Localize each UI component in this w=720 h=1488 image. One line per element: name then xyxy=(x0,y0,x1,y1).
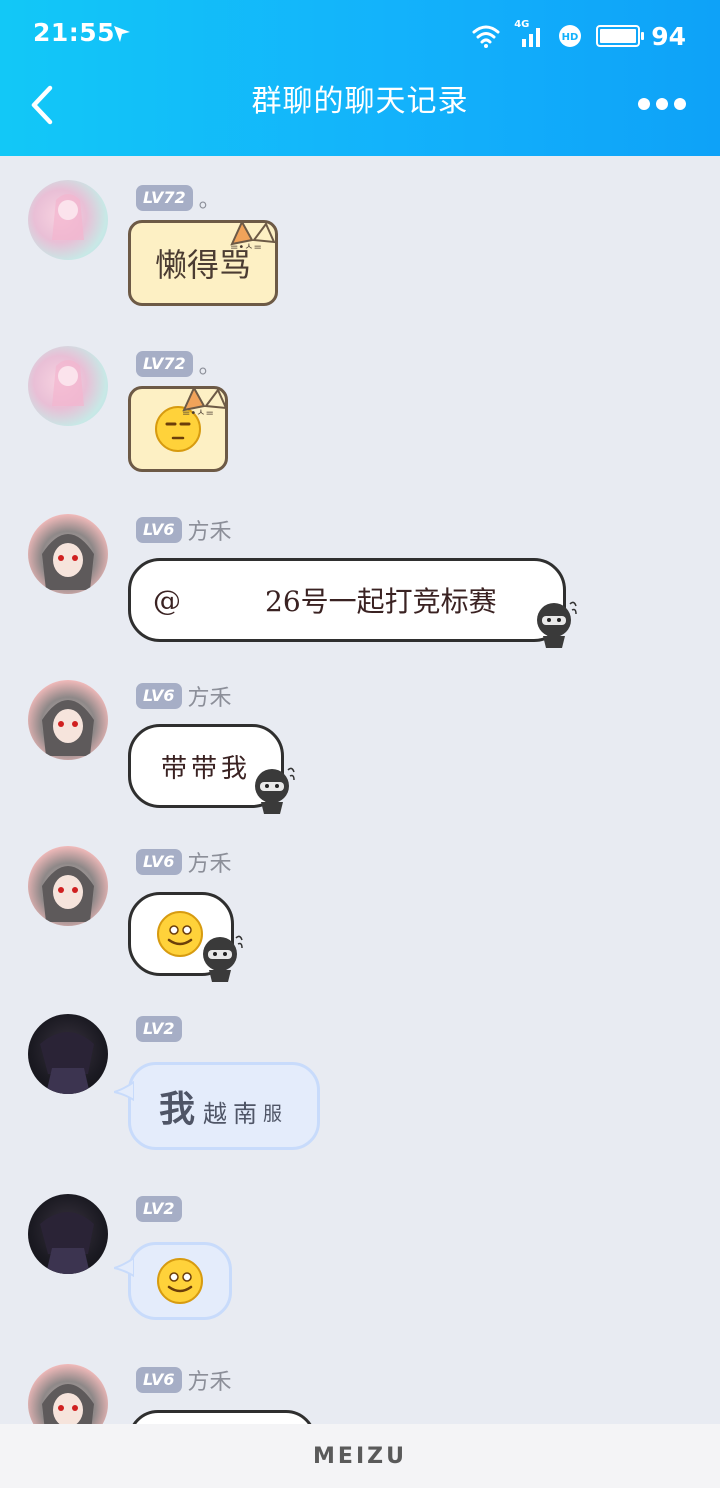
more-options-button[interactable] xyxy=(638,98,686,110)
device-brand: MEIZU xyxy=(313,1443,407,1469)
dot-icon xyxy=(674,98,686,110)
sender-nickname: 方禾 xyxy=(187,852,232,877)
sender-meta: LV72 。 xyxy=(136,348,221,380)
dot-icon xyxy=(638,98,650,110)
message-text: 越 xyxy=(203,1099,228,1128)
avatar[interactable] xyxy=(28,1014,108,1094)
avatar[interactable] xyxy=(28,1194,108,1274)
sender-meta: LV2 xyxy=(136,1016,182,1042)
status-icons: 4G HD 94 xyxy=(472,18,686,54)
ninja-sticker-icon xyxy=(203,935,243,982)
battery-indicator: 94 xyxy=(596,22,686,51)
app-header: 21:55 4G HD 94 群聊的聊天记录 xyxy=(0,0,720,156)
level-badge: LV6 xyxy=(136,849,182,875)
status-bar: 21:55 4G HD 94 xyxy=(0,0,720,72)
level-badge: LV2 xyxy=(136,1016,182,1042)
sender-meta: LV6 方禾 xyxy=(136,846,232,878)
chat-message: LV6 方禾 带带我 xyxy=(0,678,720,828)
sender-meta: LV72 。 xyxy=(136,182,221,214)
level-badge: LV6 xyxy=(136,683,182,709)
status-time: 21:55 xyxy=(33,18,116,47)
sender-nickname: 方禾 xyxy=(187,520,232,545)
message-text: 26号一起打竞标赛 xyxy=(265,585,497,618)
signal-icon: 4G xyxy=(514,19,544,49)
battery-level: 94 xyxy=(651,21,686,51)
svg-text:HD: HD xyxy=(562,32,579,43)
page-title: 群聊的聊天记录 xyxy=(251,84,469,119)
level-badge: LV72 xyxy=(136,351,193,377)
avatar[interactable] xyxy=(28,1364,108,1424)
message-text: 南 xyxy=(233,1099,258,1128)
cat-ears-icon: =•ㅅ= xyxy=(182,386,228,419)
level-badge: LV72 xyxy=(136,185,193,211)
chat-message: LV6 方禾 xyxy=(0,1362,720,1424)
emoji-face-icon xyxy=(157,911,203,957)
bubble-tail-icon xyxy=(114,1080,134,1102)
sender-nickname: 方禾 xyxy=(187,686,232,711)
avatar[interactable] xyxy=(28,846,108,926)
level-badge: LV6 xyxy=(136,1367,182,1393)
svg-text:=•ㅅ=: =•ㅅ= xyxy=(182,408,214,419)
emoji-face-icon xyxy=(157,1258,203,1304)
avatar[interactable] xyxy=(28,680,108,760)
mention-tag[interactable]: @ xyxy=(153,584,181,617)
message-text-large: 我 xyxy=(159,1088,196,1130)
dot-icon xyxy=(656,98,668,110)
chat-message: LV72 。 懒得骂 =•ㅅ= xyxy=(0,180,720,330)
sender-nickname: 方禾 xyxy=(187,1370,232,1395)
device-chin: MEIZU xyxy=(0,1424,720,1488)
hd-icon: HD xyxy=(559,25,582,47)
wifi-icon xyxy=(472,25,500,48)
message-text: 带带我 xyxy=(161,753,252,784)
message-bubble[interactable] xyxy=(128,1242,232,1320)
chat-message: LV2 xyxy=(0,1194,720,1344)
message-bubble[interactable]: 我 越 南 服 xyxy=(128,1062,320,1150)
avatar[interactable] xyxy=(28,180,108,260)
message-bubble[interactable] xyxy=(128,1410,316,1424)
location-arrow-icon xyxy=(114,26,130,42)
avatar[interactable] xyxy=(28,346,108,426)
battery-icon xyxy=(596,25,645,47)
message-text: 服 xyxy=(263,1102,283,1125)
avatar[interactable] xyxy=(28,514,108,594)
sender-meta: LV2 xyxy=(136,1196,182,1222)
svg-text:=•ㅅ=: =•ㅅ= xyxy=(230,242,262,253)
level-badge: LV2 xyxy=(136,1196,182,1222)
level-badge: LV6 xyxy=(136,517,182,543)
chat-message: LV2 我 越 南 服 xyxy=(0,1014,720,1174)
sender-meta: LV6 方禾 xyxy=(136,514,232,546)
sender-nickname: 。 xyxy=(198,188,221,213)
sender-meta: LV6 方禾 xyxy=(136,1364,232,1396)
sender-nickname: 。 xyxy=(198,354,221,379)
bubble-tail-icon xyxy=(114,1256,134,1278)
cat-ears-icon: =•ㅅ= xyxy=(230,220,276,253)
chat-message: LV6 方禾 xyxy=(0,844,720,994)
sender-meta: LV6 方禾 xyxy=(136,680,232,712)
message-bubble[interactable]: @ 26号一起打竞标赛 xyxy=(128,558,566,642)
chat-message: LV6 方禾 @ 26号一起打竞标赛 xyxy=(0,512,720,662)
ninja-sticker-icon xyxy=(537,601,577,648)
chat-message: LV72 。 =•ㅅ= xyxy=(0,346,720,496)
chat-history-list[interactable]: LV72 。 懒得骂 =•ㅅ= LV72 。 =•ㅅ= LV6 方禾 @ 26号… xyxy=(0,156,720,1424)
ninja-sticker-icon xyxy=(255,767,295,814)
